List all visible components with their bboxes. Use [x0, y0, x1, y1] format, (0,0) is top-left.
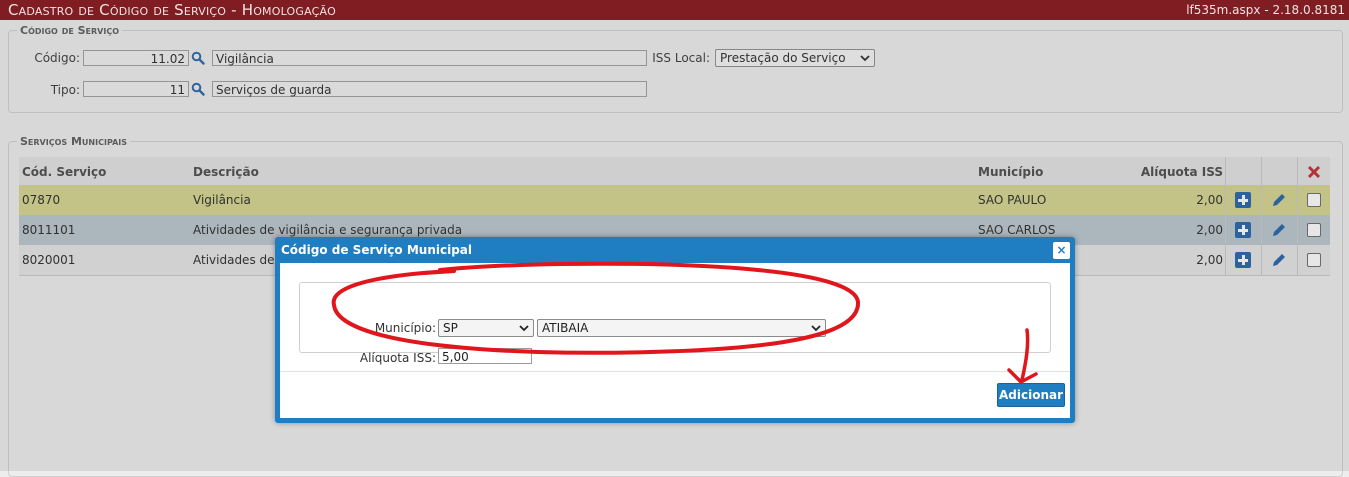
- page-version: lf535m.aspx - 2.18.0.8181: [1186, 3, 1345, 17]
- page-title: Cadastro de Código de Serviço - Homologa…: [8, 1, 336, 19]
- codigo-servico-municipal-dialog: Código de Serviço Municipal × Município:…: [275, 237, 1075, 423]
- adicionar-button[interactable]: Adicionar: [997, 383, 1065, 407]
- title-bar: Cadastro de Código de Serviço - Homologa…: [0, 0, 1349, 20]
- dialog-title: Código de Serviço Municipal: [281, 243, 473, 257]
- chevron-down-icon: [519, 325, 529, 332]
- aliquota-label: Alíquota ISS:: [359, 351, 436, 365]
- chevron-down-icon: [811, 325, 821, 332]
- uf-select[interactable]: SP: [438, 319, 534, 337]
- dialog-form-box: [299, 282, 1051, 353]
- municipio-label: Município:: [374, 321, 436, 335]
- cidade-select[interactable]: ATIBAIA: [537, 319, 826, 337]
- dialog-body: Município: SP ATIBAIA Alíquota ISS: 5,00…: [280, 263, 1070, 418]
- uf-value: SP: [443, 321, 458, 335]
- cidade-value: ATIBAIA: [542, 321, 589, 335]
- aliquota-input[interactable]: 5,00: [438, 348, 532, 364]
- dialog-close-icon[interactable]: ×: [1053, 242, 1070, 259]
